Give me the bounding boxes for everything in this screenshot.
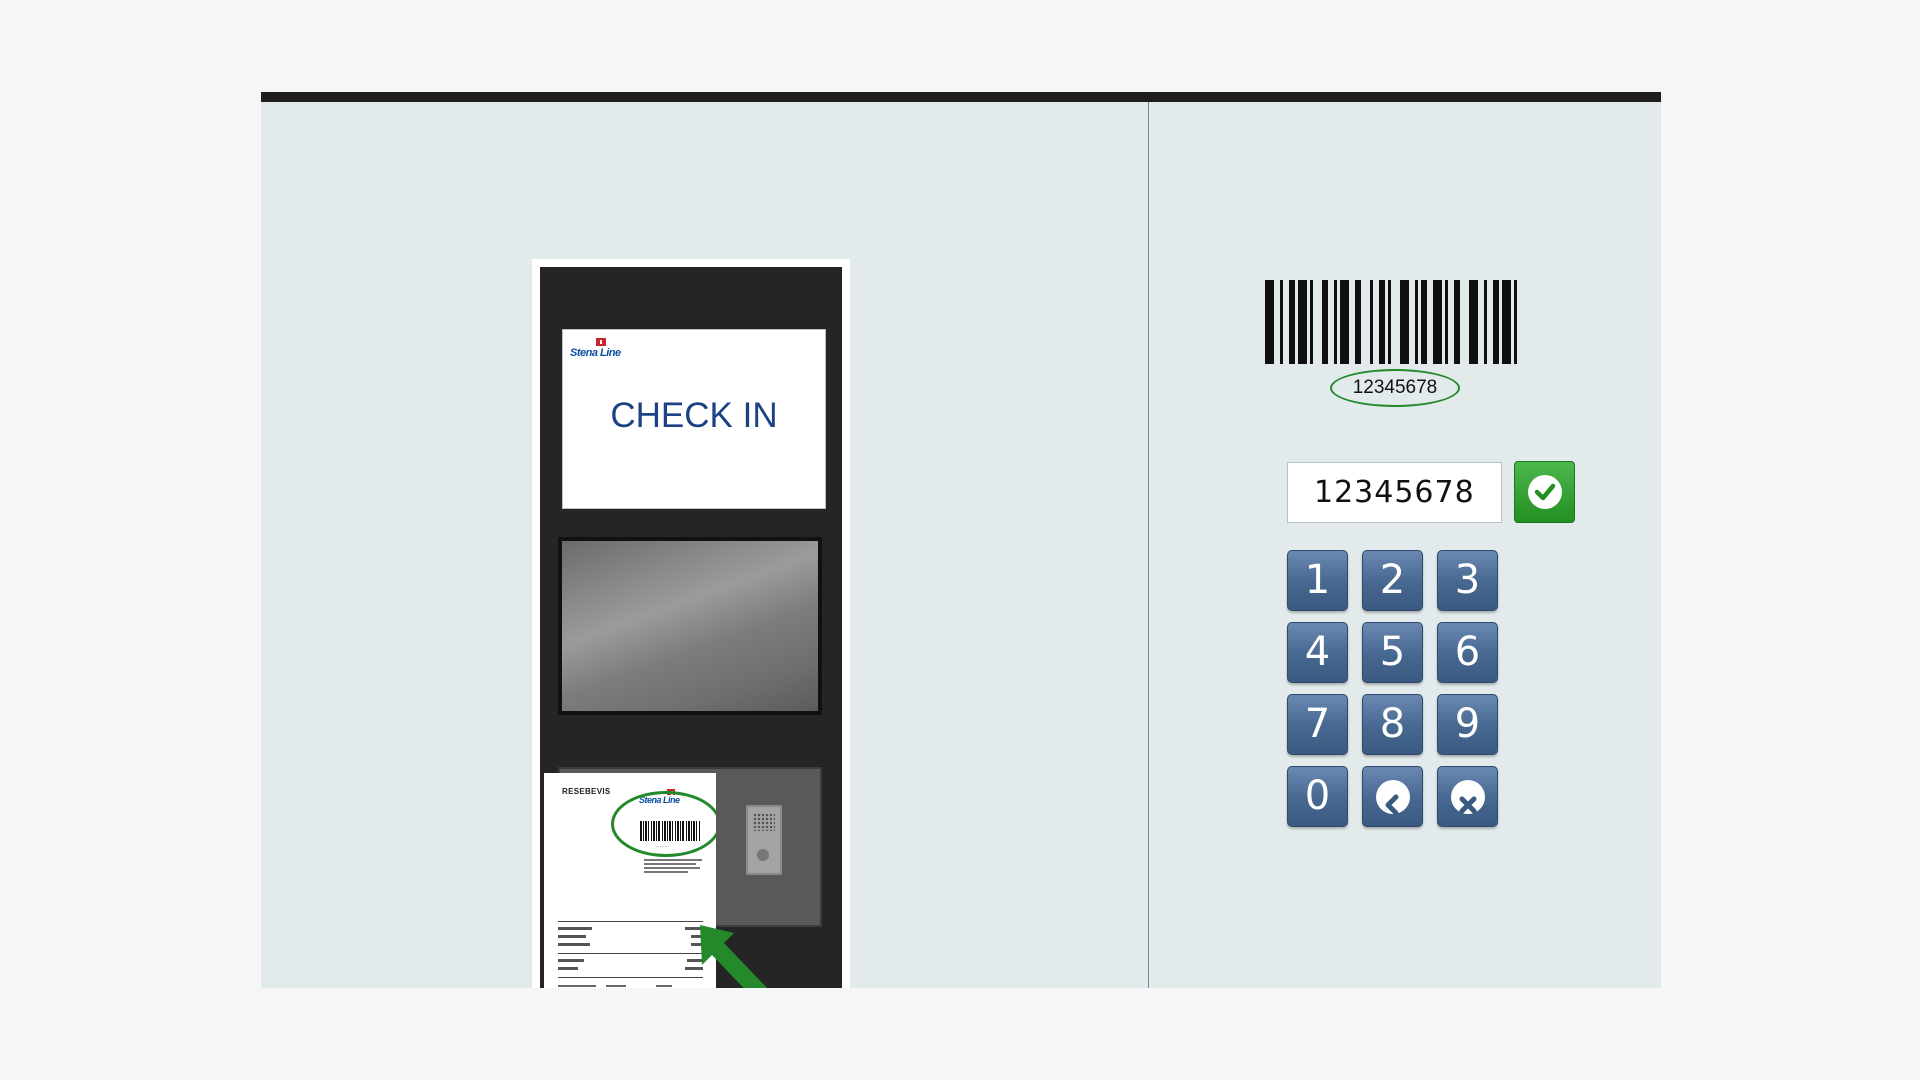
chevron-left-icon [1376, 780, 1410, 816]
barcode-image [1265, 280, 1523, 364]
barcode-bar [1415, 280, 1418, 364]
receipt-row [558, 967, 703, 972]
booking-number-input[interactable]: 12345678 [1287, 462, 1502, 523]
kiosk-body: Stena Line CHECK IN RESEBEVIS Stena Line [540, 267, 842, 988]
speaker-grille [753, 813, 775, 831]
arrow-icon [700, 925, 768, 988]
barcode-bar [1400, 280, 1409, 364]
barcode-bar [1484, 280, 1487, 364]
key-5[interactable]: 5 [1362, 622, 1423, 683]
barcode-bar [1379, 280, 1385, 364]
barcode-bar [1502, 280, 1511, 364]
key-7[interactable]: 7 [1287, 694, 1348, 755]
receipt-row [558, 927, 703, 932]
key-9[interactable]: 9 [1437, 694, 1498, 755]
key-4[interactable]: 4 [1287, 622, 1348, 683]
key-1[interactable]: 1 [1287, 550, 1348, 611]
receipt-separator [558, 921, 703, 922]
top-bar [261, 92, 1661, 102]
receipt: RESEBEVIS Stena Line ········ [544, 773, 716, 988]
confirm-button[interactable] [1514, 461, 1575, 523]
barcode-bar [1445, 280, 1448, 364]
barcode-bar [1265, 280, 1274, 364]
receipt-text-block [644, 859, 704, 875]
instruction-panel: Stena Line CHECK IN RESEBEVIS Stena Line [261, 102, 1661, 988]
barcode-bar [1334, 280, 1337, 364]
panel-divider [1148, 102, 1149, 988]
receipt-row [558, 935, 703, 940]
barcode-bar [1370, 280, 1373, 364]
flag-icon [596, 338, 606, 346]
scanner-button [757, 849, 769, 861]
barcode-bar [1433, 280, 1442, 364]
kiosk-screen: Stena Line CHECK IN [562, 329, 826, 509]
barcode-highlight-circle [611, 791, 716, 857]
scanner-device [746, 805, 782, 875]
receipt-footer-col [656, 985, 694, 988]
stena-line-logo: Stena Line [570, 338, 628, 360]
display-glass [562, 541, 818, 711]
barcode-number: 12345678 [1330, 369, 1460, 407]
barcode-bar [1340, 280, 1349, 364]
clear-button[interactable] [1437, 766, 1498, 827]
barcode-bar [1493, 280, 1499, 364]
barcode-bar [1298, 280, 1307, 364]
barcode-bar [1388, 280, 1391, 364]
close-icon [1451, 780, 1485, 814]
key-0[interactable]: 0 [1287, 766, 1348, 827]
kiosk-illustration: Stena Line CHECK IN RESEBEVIS Stena Line [532, 259, 850, 988]
receipt-row [558, 959, 703, 964]
key-8[interactable]: 8 [1362, 694, 1423, 755]
kiosk-display [558, 537, 822, 715]
logo-text: Stena Line [570, 347, 621, 359]
check-icon [1528, 475, 1562, 509]
check-in-title: CHECK IN [610, 396, 778, 435]
key-2[interactable]: 2 [1362, 550, 1423, 611]
barcode-bar [1355, 280, 1361, 364]
barcode-bar [1310, 280, 1313, 364]
receipt-separator [558, 953, 703, 954]
barcode-bar [1514, 280, 1517, 364]
receipt-title: RESEBEVIS [562, 787, 611, 796]
barcode-bar [1289, 280, 1295, 364]
barcode-bar [1469, 280, 1478, 364]
receipt-row [558, 943, 703, 948]
key-3[interactable]: 3 [1437, 550, 1498, 611]
barcode-bar [1454, 280, 1460, 364]
barcode-bar [1421, 280, 1427, 364]
receipt-footer-col [606, 985, 644, 988]
receipt-footer-col [558, 985, 596, 988]
barcode-bar [1280, 280, 1283, 364]
receipt-separator [558, 977, 703, 978]
backspace-button[interactable] [1362, 766, 1423, 827]
barcode-bar [1322, 280, 1328, 364]
key-6[interactable]: 6 [1437, 622, 1498, 683]
